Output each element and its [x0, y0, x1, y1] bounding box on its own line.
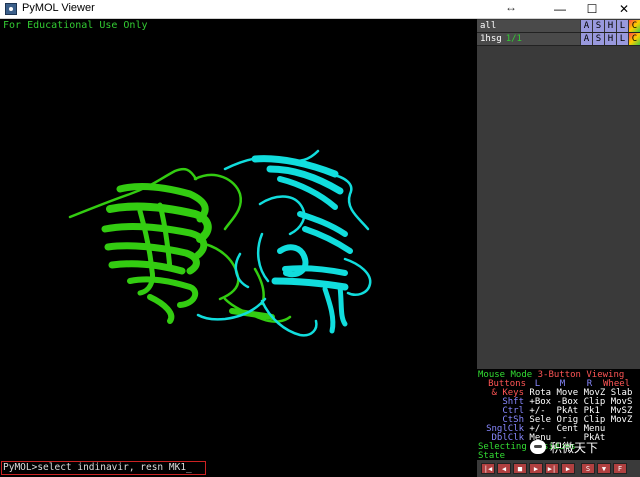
- action-button[interactable]: A: [580, 20, 592, 32]
- fullscreen-toggle-button[interactable]: ▼: [597, 463, 611, 474]
- color-button[interactable]: C: [628, 33, 640, 45]
- stop-button[interactable]: ■: [513, 463, 527, 474]
- step-forward-button[interactable]: ▶|: [545, 463, 559, 474]
- step-back-button[interactable]: ◀: [497, 463, 511, 474]
- object-row-1hsg[interactable]: 1hsg 1/1 A S H L C: [477, 33, 640, 46]
- object-name[interactable]: 1hsg 1/1: [480, 33, 522, 45]
- full-screen-button[interactable]: F: [613, 463, 627, 474]
- wechat-icon: [530, 440, 546, 454]
- command-input[interactable]: PyMOL>select indinavir, resn MK1_: [3, 462, 192, 473]
- watermark-text: 积微天下: [550, 440, 599, 455]
- title-bar: PyMOL Viewer ↔ — ☐ ✕: [0, 0, 640, 19]
- command-prompt: PyMOL>: [3, 462, 38, 473]
- sequence-toggle-button[interactable]: S: [581, 463, 595, 474]
- color-button[interactable]: C: [628, 20, 640, 32]
- close-button[interactable]: ✕: [609, 0, 639, 18]
- window-title: PyMOL Viewer: [22, 2, 95, 14]
- watermark: 积微天下: [530, 438, 598, 456]
- label-button[interactable]: L: [616, 33, 628, 45]
- command-text[interactable]: select indinavir, resn MK1_: [37, 462, 191, 473]
- object-state: 1/1: [505, 34, 522, 44]
- protein-cartoon: [68, 149, 372, 337]
- molecule-viewport[interactable]: For Educational Use Only: [0, 19, 476, 460]
- resize-arrows-icon[interactable]: ↔: [505, 0, 517, 14]
- command-bar: PyMOL>select indinavir, resn MK1_: [0, 460, 477, 477]
- object-action-buttons: A S H L C: [580, 33, 640, 45]
- state-label: State: [478, 451, 506, 460]
- minimize-button[interactable]: —: [545, 0, 575, 18]
- chain-a-cartoon: [68, 167, 292, 324]
- show-button[interactable]: S: [592, 33, 604, 45]
- pymol-app-icon: [5, 3, 17, 15]
- object-name[interactable]: all: [480, 20, 496, 32]
- play-button[interactable]: ▶: [529, 463, 543, 474]
- object-row-all[interactable]: all A S H L C: [477, 20, 640, 33]
- object-panel: all A S H L C 1hsg 1/1 A S H L C: [477, 19, 640, 369]
- object-action-buttons: A S H L C: [580, 20, 640, 32]
- end-button[interactable]: ▶: [561, 463, 575, 474]
- maximize-button[interactable]: ☐: [577, 0, 607, 18]
- hide-button[interactable]: H: [604, 33, 616, 45]
- show-button[interactable]: S: [592, 20, 604, 32]
- label-button[interactable]: L: [616, 20, 628, 32]
- rewind-button[interactable]: |◀: [481, 463, 495, 474]
- hide-button[interactable]: H: [604, 20, 616, 32]
- action-button[interactable]: A: [580, 33, 592, 45]
- movie-controls: |◀ ◀ ■ ▶ ▶| ▶ S ▼ F: [477, 460, 640, 477]
